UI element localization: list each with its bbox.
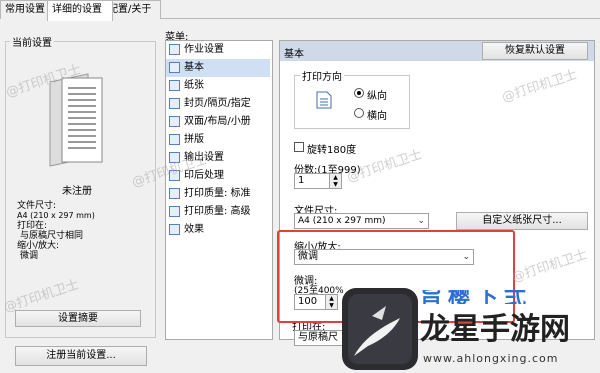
brand-partial-text: 旨樱下弍 xyxy=(420,290,533,304)
dragon-logo-icon xyxy=(342,288,418,370)
restore-defaults-button[interactable]: 恢复默认设置 xyxy=(482,42,588,60)
brand-url: www.ahlongxing.com xyxy=(423,352,559,365)
menu-item-finishing[interactable]: 印后处理 xyxy=(166,167,270,185)
rotate-180-checkbox[interactable] xyxy=(294,142,304,152)
paper-icon xyxy=(169,80,180,91)
panel-title: 基本 xyxy=(284,49,304,60)
scale-label: 缩小/放大: xyxy=(17,241,60,251)
orientation-group xyxy=(294,75,410,129)
landscape-radio[interactable] xyxy=(354,108,364,118)
current-settings-info: 文件尺寸: A4 (210 x 297 mm) 打印在: 与原稿尺寸相同 缩小/… xyxy=(17,201,95,261)
menu-item-paper[interactable]: 纸张 xyxy=(166,77,270,95)
portrait-radio[interactable] xyxy=(354,88,364,98)
document-preview-icon xyxy=(49,73,103,167)
tab-detailed-settings[interactable]: 详细的设置 xyxy=(47,0,113,21)
paper-size-label: 文件尺寸: xyxy=(17,201,57,211)
settings-summary-button[interactable]: 设置摘要 xyxy=(15,310,141,327)
output-icon xyxy=(169,152,180,163)
duplex-icon xyxy=(169,116,180,127)
scale-value: 微调 xyxy=(20,251,39,261)
paper-size-select[interactable]: A4 (210 x 297 mm) ⌄ xyxy=(294,213,429,229)
cover-icon xyxy=(169,98,180,109)
print-on-label: 打印在: xyxy=(17,221,48,231)
menu-item-quality-advanced[interactable]: 打印质量: 高级 xyxy=(166,203,270,221)
job-settings-icon xyxy=(169,44,180,55)
menu-item-imposition[interactable]: 拼版 xyxy=(166,131,270,149)
effects-icon xyxy=(169,224,180,235)
print-on-select[interactable]: 与原稿尺 xyxy=(294,330,344,346)
menu-item-duplex-layout[interactable]: 双面/布局/小册 xyxy=(166,113,270,131)
landscape-label: 横向 xyxy=(367,111,387,122)
register-current-settings-button[interactable]: 注册当前设置... xyxy=(15,346,147,366)
menu-item-output-settings[interactable]: 输出设置 xyxy=(166,149,270,167)
copies-spinner[interactable]: ▲ ▼ xyxy=(329,174,341,188)
portrait-page-icon xyxy=(316,91,332,109)
chevron-down-icon: ⌄ xyxy=(417,216,425,226)
quality-advanced-icon xyxy=(169,206,180,217)
current-settings-title: 当前设置 xyxy=(10,34,54,49)
menu-item-cover-insert[interactable]: 封页/隔页/指定 xyxy=(166,95,270,113)
registration-status: 未注册 xyxy=(62,186,92,197)
basic-icon xyxy=(169,62,180,73)
portrait-label: 纵向 xyxy=(367,91,387,102)
menu-item-quality-standard[interactable]: 打印质量: 标准 xyxy=(166,185,270,203)
paper-size-value: A4 (210 x 297 mm) xyxy=(17,211,95,220)
quality-standard-icon xyxy=(169,188,180,199)
custom-paper-size-button[interactable]: 自定义纸张尺寸... xyxy=(456,212,588,230)
copies-input[interactable]: 1 ▲ ▼ xyxy=(294,173,342,189)
menu-item-basic[interactable]: 基本 xyxy=(166,59,270,77)
print-on-value: 与原稿尺寸相同 xyxy=(20,231,84,241)
menu-item-job-settings[interactable]: 作业设置 xyxy=(166,41,270,59)
finishing-icon xyxy=(169,170,180,181)
rotate-180-label: 旋转180度 xyxy=(307,145,357,156)
imposition-icon xyxy=(169,134,180,145)
brand-name: 龙星手游网 xyxy=(420,312,570,347)
orientation-title: 打印方向 xyxy=(300,68,344,83)
menu-list: 作业设置 基本 纸张 封页/隔页/指定 双面/布局/小册 拼版 输出设置 印后处… xyxy=(165,40,273,340)
menu-item-effects[interactable]: 效果 xyxy=(166,221,270,239)
